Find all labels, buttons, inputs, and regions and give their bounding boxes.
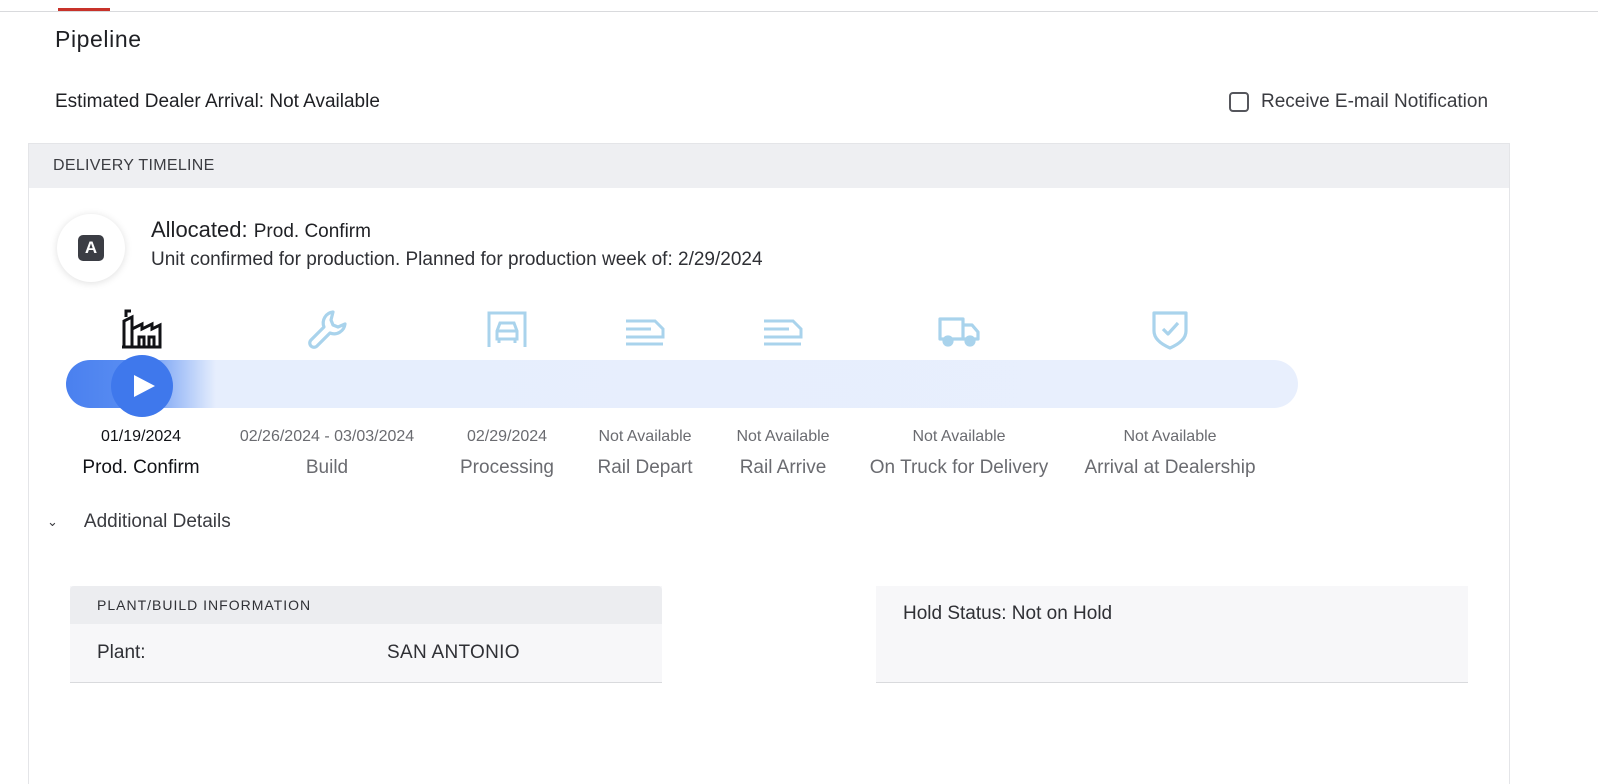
step-label-processing: Processing — [460, 457, 554, 478]
step-date-rail-depart: Not Available — [598, 428, 692, 445]
status-badge-letter: A — [78, 235, 104, 261]
top-divider — [0, 11, 1598, 12]
step-label-rail-arrive: Rail Arrive — [739, 457, 827, 478]
status-title: Allocated: Prod. Confirm — [151, 217, 371, 243]
additional-details-toggle[interactable]: ⌄ Additional Details — [47, 511, 231, 533]
status-description: Unit confirmed for production. Planned f… — [151, 249, 763, 270]
email-notification-toggle[interactable]: Receive E-mail Notification — [1229, 91, 1488, 113]
step-date-processing: 02/29/2024 — [466, 428, 548, 445]
plant-value: SAN ANTONIO — [387, 642, 520, 663]
step-date-rail-arrive: Not Available — [736, 428, 830, 445]
chevron-down-icon: ⌄ — [47, 514, 58, 529]
delivery-timeline-panel: DELIVERY TIMELINE A Allocated: Prod. Con… — [28, 143, 1510, 784]
step-date-arrival: Not Available — [1123, 428, 1217, 445]
delivery-timeline-header: DELIVERY TIMELINE — [29, 144, 1509, 188]
status-title-main: Allocated: — [151, 217, 248, 242]
shield-check-icon — [1146, 307, 1194, 351]
step-label-arrival: Arrival at Dealership — [1084, 457, 1256, 478]
status-title-sub: Prod. Confirm — [253, 221, 371, 242]
factory-icon — [117, 307, 165, 351]
step-date-prod-confirm: 01/19/2024 — [100, 428, 182, 445]
progress-track — [66, 360, 1298, 408]
additional-details-label: Additional Details — [83, 511, 231, 532]
page-title: Pipeline — [55, 26, 142, 52]
play-icon — [134, 375, 155, 397]
step-label-rail-depart: Rail Depart — [597, 457, 693, 478]
plant-label: Plant: — [97, 642, 146, 663]
email-notification-label: Receive E-mail Notification — [1261, 91, 1489, 112]
car-garage-icon — [483, 307, 531, 351]
status-badge: A — [57, 214, 125, 282]
train-icon — [621, 307, 669, 351]
plant-build-card-header: PLANT/BUILD INFORMATION — [70, 586, 662, 624]
step-label-prod-confirm: Prod. Confirm — [82, 457, 200, 478]
hold-status-card: Hold Status: Not on Hold — [876, 586, 1468, 683]
step-label-on-truck: On Truck for Delivery — [869, 457, 1049, 478]
progress-play-button[interactable] — [111, 355, 173, 417]
active-tab-indicator — [58, 8, 110, 11]
train-icon — [759, 307, 807, 351]
email-notification-checkbox[interactable] — [1229, 92, 1249, 112]
step-date-on-truck: Not Available — [912, 428, 1006, 445]
plant-build-card: PLANT/BUILD INFORMATION Plant: SAN ANTON… — [70, 586, 662, 683]
estimated-dealer-arrival: Estimated Dealer Arrival: Not Available — [55, 91, 380, 112]
truck-icon — [935, 307, 983, 351]
plant-row: Plant: SAN ANTONIO — [97, 642, 635, 664]
step-label-build: Build — [305, 457, 349, 478]
hold-status-text: Hold Status: Not on Hold — [903, 603, 1113, 624]
step-date-build: 02/26/2024 - 03/03/2024 — [239, 428, 415, 445]
wrench-icon — [303, 307, 351, 351]
